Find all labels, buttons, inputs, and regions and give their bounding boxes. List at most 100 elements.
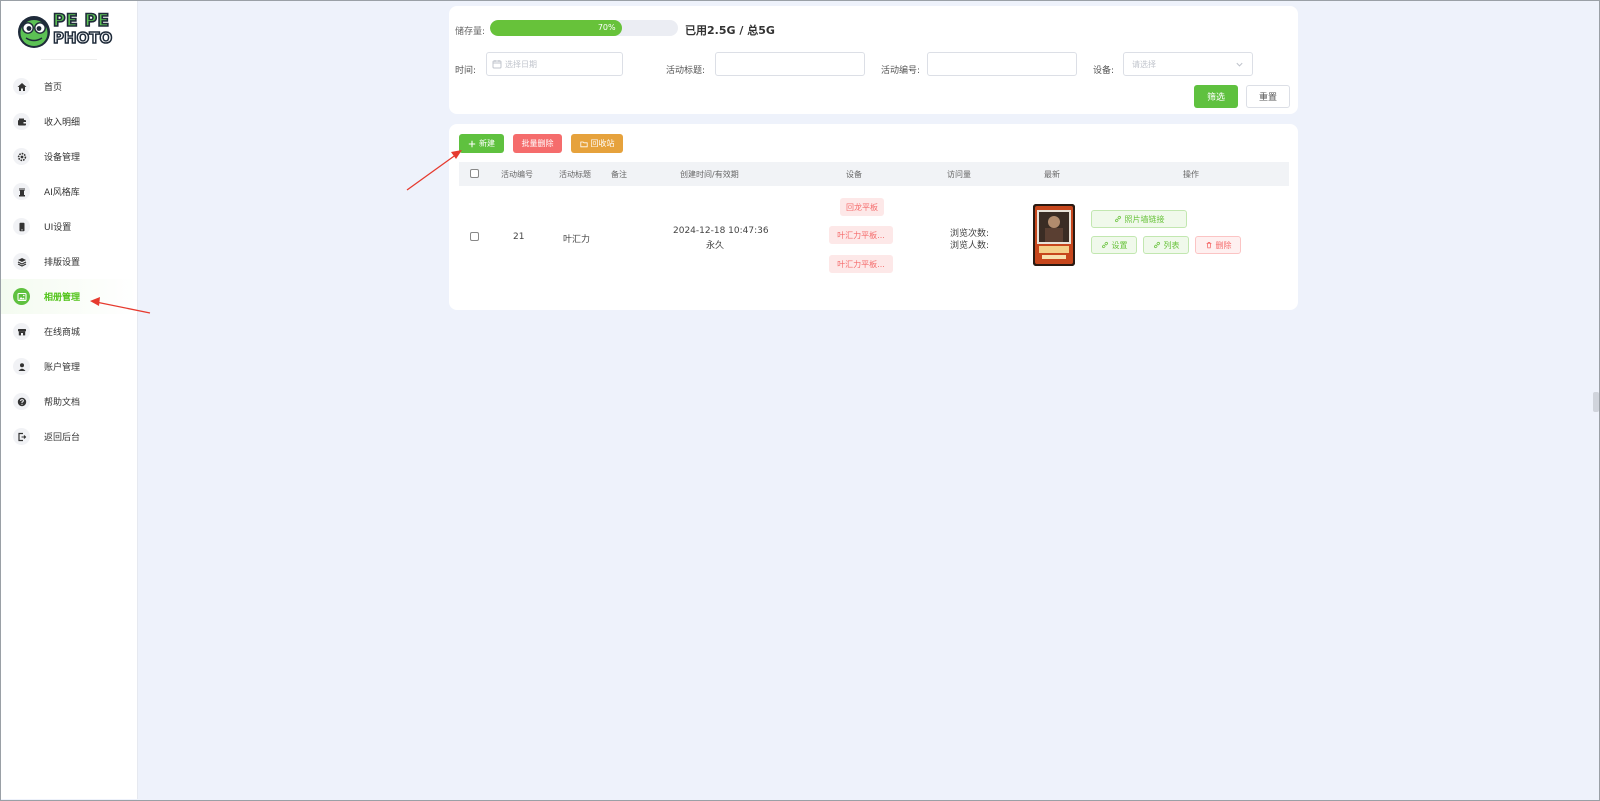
date-picker[interactable]: 选择日期 [486,52,623,76]
list-button[interactable]: 列表 [1143,236,1189,254]
window-frame [0,0,1600,801]
album-table-panel: 新建 批量删除 回收站 活动编号 活动标题 备注 创建时间/有效期 设备 访问量… [449,124,1298,310]
calendar-icon [492,60,502,69]
device-select[interactable]: 请选择 [1123,52,1253,76]
exit-icon [13,428,30,445]
device-tag-label: 叶汇力平板... [837,259,885,269]
sidebar-item-label: 收入明细 [44,118,81,128]
new-button[interactable]: 新建 [459,134,504,153]
filter-button[interactable]: 筛选 [1194,85,1238,108]
device-placeholder: 请选择 [1132,60,1156,69]
layers-icon [13,253,30,270]
list-button-label: 列表 [1163,240,1180,250]
sidebar-item-ui-settings[interactable]: UI设置 [1,209,137,244]
sidebar-item-devices[interactable]: 设备管理 [1,139,137,174]
device-tag[interactable]: 叶汇力平板... [829,255,893,273]
title-label: 活动标题: [666,66,706,76]
title-input[interactable] [715,52,865,76]
device-tag[interactable]: 回龙平板 [840,198,884,216]
sidebar-item-label: 返回后台 [44,433,81,443]
plus-icon [468,140,476,147]
storage-percent: 70% [597,23,616,32]
recycle-bin-button[interactable]: 回收站 [571,134,623,153]
annotation-arrows [90,150,462,314]
row-checkbox[interactable] [470,232,479,241]
sidebar-item-label: 账户管理 [44,363,81,373]
user-icon [13,358,30,375]
logo-text-line2: PHOTO [52,29,113,48]
sidebar-item-label: 首页 [44,83,63,93]
sidebar-item-help[interactable]: 帮助文档 [1,384,137,419]
sidebar-item-label: UI设置 [44,223,72,233]
id-label: 活动编号: [881,66,921,76]
chevron-down-icon [1236,62,1243,67]
sidebar: PE PE PHOTO 首页 收入明细 设备管理 AI风格库 UI设置 排版设置 [1,1,138,799]
storage-label: 储存量: [455,27,486,37]
time-label: 时间: [455,66,477,76]
sidebar-item-income[interactable]: 收入明细 [1,104,137,139]
date-placeholder: 选择日期 [505,60,537,69]
sidebar-item-label: AI风格库 [44,188,80,198]
col-actions: 操作 [1183,170,1199,179]
reset-button[interactable]: 重置 [1246,85,1290,108]
sidebar-item-label: 设备管理 [44,153,81,163]
col-latest: 最新 [1044,170,1060,179]
col-activity-id: 活动编号 [501,170,533,179]
device-tag-label: 叶汇力平板... [837,230,885,240]
recycle-bin-label: 回收站 [590,139,615,148]
sidebar-item-label: 帮助文档 [44,398,81,408]
bulk-delete-label: 批量删除 [521,139,554,148]
col-note: 备注 [611,170,627,179]
sidebar-item-back-admin[interactable]: 返回后台 [1,419,137,454]
gear-icon [13,148,30,165]
sidebar-nav: 首页 收入明细 设备管理 AI风格库 UI设置 排版设置 相册管理 在线商城 账… [1,69,137,454]
link-icon [1101,241,1108,249]
pepe-photo-logo[interactable]: PE PE PHOTO [17,12,117,51]
wallet-icon [13,113,30,130]
phone-icon [13,218,30,235]
device-tag[interactable]: 叶汇力平板... [829,226,893,244]
cell-activity-id: 21 [513,232,525,242]
delete-button-label: 删除 [1215,240,1232,250]
folder-icon [579,141,588,147]
new-button-label: 新建 [479,139,495,148]
col-device: 设备 [846,170,862,179]
sidebar-item-label: 排版设置 [44,258,81,268]
sidebar-item-label: 相册管理 [44,293,81,303]
trash-icon [1206,242,1211,249]
storage-used-text: 已用2.5G / 总5G [685,24,775,37]
photo-wall-link-button[interactable]: 照片墙链接 [1091,210,1187,228]
table-header: 活动编号 活动标题 备注 创建时间/有效期 设备 访问量 最新 操作 [459,162,1289,186]
cell-created-time: 2024-12-18 10:47:36 [673,226,769,236]
col-created-validity: 创建时间/有效期 [680,170,739,179]
scrollbar-handle[interactable] [1593,392,1599,412]
sidebar-item-album[interactable]: 相册管理 [1,279,137,314]
sidebar-item-label: 在线商城 [44,328,81,338]
col-activity-title: 活动标题 [559,170,591,179]
select-all-checkbox[interactable] [470,169,479,178]
sidebar-item-account[interactable]: 账户管理 [1,349,137,384]
id-input[interactable] [927,52,1077,76]
sidebar-item-store[interactable]: 在线商城 [1,314,137,349]
store-icon [13,323,30,340]
sidebar-item-layout[interactable]: 排版设置 [1,244,137,279]
image-icon [13,288,30,305]
cell-validity: 永久 [706,241,725,251]
storage-progress-bar: 70% [490,20,678,36]
cell-activity-title: 叶汇力 [563,235,591,245]
settings-button[interactable]: 设置 [1091,236,1137,254]
bulk-delete-button[interactable]: 批量删除 [513,134,562,153]
settings-button-label: 设置 [1111,240,1128,250]
sidebar-item-home[interactable]: 首页 [1,69,137,104]
divider [41,59,97,60]
latest-photo-thumbnail[interactable] [1033,204,1075,266]
chess-icon [13,183,30,200]
cell-visitors-label: 浏览人数: [950,241,990,251]
filter-panel: 储存量: 70% 已用2.5G / 总5G 时间: 选择日期 活动标题: 活动编… [449,6,1298,114]
photo-wall-link-label: 照片墙链接 [1124,214,1165,224]
help-icon [13,393,30,410]
sidebar-item-ai-styles[interactable]: AI风格库 [1,174,137,209]
delete-button[interactable]: 删除 [1195,236,1241,254]
storage-progress-fill: 70% [490,20,622,36]
device-tag-label: 回龙平板 [846,202,878,212]
